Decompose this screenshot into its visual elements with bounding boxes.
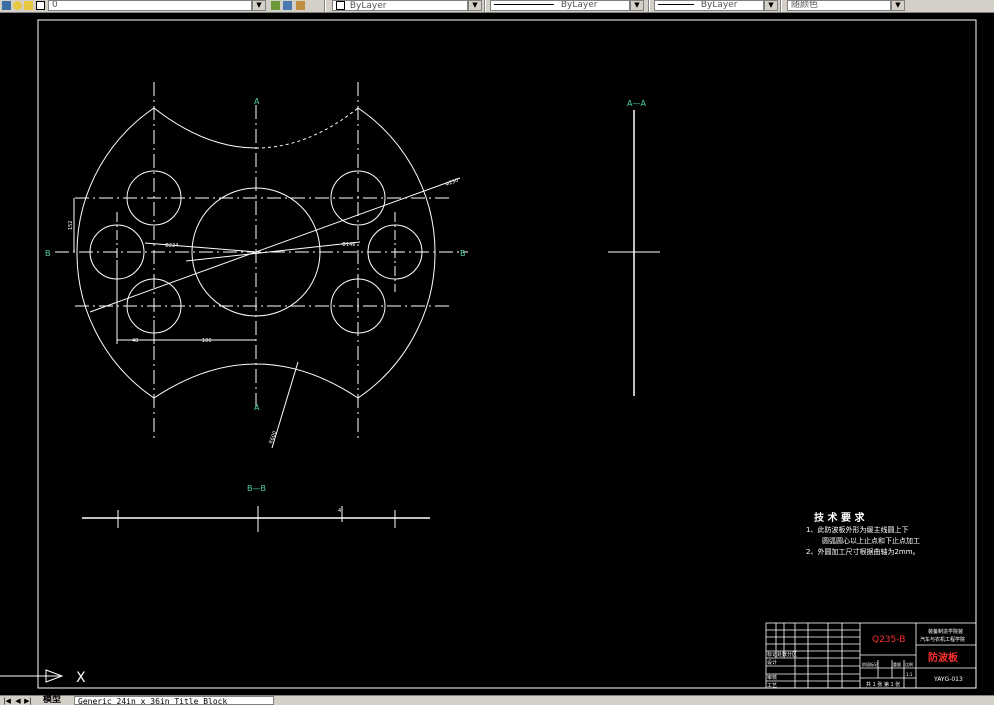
tech-requirements-line1: 1、此防波板外形为缓主线圆上下: [806, 525, 908, 534]
layer-dropdown[interactable]: 0: [48, 0, 252, 11]
sun-icon[interactable]: [13, 1, 22, 10]
lineweight-dropdown-arrow-icon[interactable]: ▼: [764, 0, 778, 11]
color-control-value: ByLayer: [349, 1, 387, 11]
tech-requirements-line2: 圆弧圆心以上止点和下止点加工: [822, 536, 920, 545]
tb-sheet-info: 共 1 张 第 1 张: [866, 681, 900, 688]
tb-drawing-number: YAYG-013: [933, 676, 963, 683]
tb-school-line1: 装备制造学院装: [928, 628, 963, 635]
dim-text-radius: R600: [268, 430, 278, 444]
tech-requirements-line3: 2、外圆加工尺寸根据曲轴为2mm。: [806, 547, 920, 556]
section-label-b-right: B: [460, 249, 466, 258]
tb-label-review: 审核: [767, 674, 777, 681]
section-view-bb: [82, 506, 430, 532]
tb-label-stage: 阶段标记: [862, 661, 878, 667]
drawing-canvas[interactable]: A A B B Φ230 Φ224 Φ146 152 40 106 R600 A…: [0, 12, 994, 695]
color-swatch-icon: [36, 1, 45, 10]
toolbar-separator: [648, 0, 650, 12]
tech-requirements-title: 技 术 要 求: [814, 511, 865, 524]
tech-requirements: 技 术 要 求 1、此防波板外形为缓主线圆上下 圆弧圆心以上止点和下止点加工 2…: [806, 511, 920, 556]
lineweight-control-dropdown[interactable]: ByLayer: [654, 0, 764, 11]
dim-text-bb-thickness: 4: [338, 508, 341, 514]
plate-outline-right-arc: [357, 107, 436, 399]
tb-school-line2: 汽车与农机工程学院: [920, 636, 965, 643]
section-label-a-bottom: A: [254, 403, 260, 412]
ucs-icon: [0, 669, 64, 683]
tb-part-name: 防波板: [928, 651, 959, 664]
color-control-dropdown[interactable]: ByLayer: [332, 0, 468, 11]
tb-label-weight: 重量: [893, 661, 901, 667]
tb-label-scale: 比例: [905, 661, 913, 667]
section-label-a-top: A: [254, 97, 260, 106]
section-label-b-left: B: [45, 249, 51, 258]
color-dropdown-arrow-icon[interactable]: ▼: [468, 0, 482, 11]
section-view-aa-title: A—A: [627, 99, 646, 108]
toolbar-separator: [780, 0, 782, 12]
dim-text-bottom-left: 40: [132, 338, 138, 344]
ucs-x-label: X: [76, 670, 86, 686]
layer-dropdown-arrow-icon[interactable]: ▼: [252, 0, 266, 11]
layer-dropdown-value: 0: [52, 0, 58, 10]
linetype-control-dropdown[interactable]: ByLayer: [490, 0, 630, 11]
tb-scale-value: 1:1: [906, 672, 913, 677]
plate-top-concave-arc: [153, 107, 257, 149]
tb-label-process: 工艺: [767, 683, 777, 689]
plotstyle-dropdown-arrow-icon[interactable]: ▼: [891, 0, 905, 11]
tb-material: Q235-B: [872, 635, 905, 645]
make-current-layer-icon[interactable]: [271, 1, 280, 10]
dim-leader-small: [144, 242, 257, 253]
dim-text-phi-mid: Φ224: [165, 243, 178, 249]
plate-outline-left-arc: [76, 107, 155, 399]
toolbar-separator: [324, 0, 326, 12]
linetype-dropdown-arrow-icon[interactable]: ▼: [630, 0, 644, 11]
dim-text-phi-small: Φ146: [342, 242, 355, 248]
lineweight-control-value: ByLayer: [700, 0, 738, 10]
section-view-aa: [608, 110, 660, 396]
plate-top-concave-arc-hidden: [255, 107, 359, 149]
dim-text-bottom-mid: 106: [202, 338, 212, 344]
linetype-sample: [494, 4, 554, 5]
layer-state-icon[interactable]: [2, 1, 11, 10]
layer-previous-icon[interactable]: [283, 1, 292, 10]
plotstyle-control-dropdown[interactable]: 随颜色: [787, 0, 891, 11]
layer-manager-icon[interactable]: [296, 1, 305, 10]
drawing-border: [37, 19, 977, 689]
lock-icon[interactable]: [24, 1, 33, 10]
toolbar-separator: [484, 0, 486, 12]
tb-label-mark: 标记处数分区: [767, 651, 797, 658]
linetype-control-value: ByLayer: [560, 0, 598, 10]
plotstyle-control-value: 随颜色: [791, 0, 819, 10]
lineweight-sample: [658, 4, 694, 5]
dim-text-phi-large: Φ230: [445, 178, 460, 188]
tb-label-design: 设计: [767, 659, 777, 666]
color-swatch: [336, 1, 345, 10]
front-view: [55, 82, 468, 449]
section-view-bb-title: B—B: [247, 484, 266, 493]
front-view-labels: A A B B Φ230 Φ224 Φ146 152 40 106 R600: [45, 97, 466, 445]
dim-text-vertical: 152: [68, 220, 74, 230]
